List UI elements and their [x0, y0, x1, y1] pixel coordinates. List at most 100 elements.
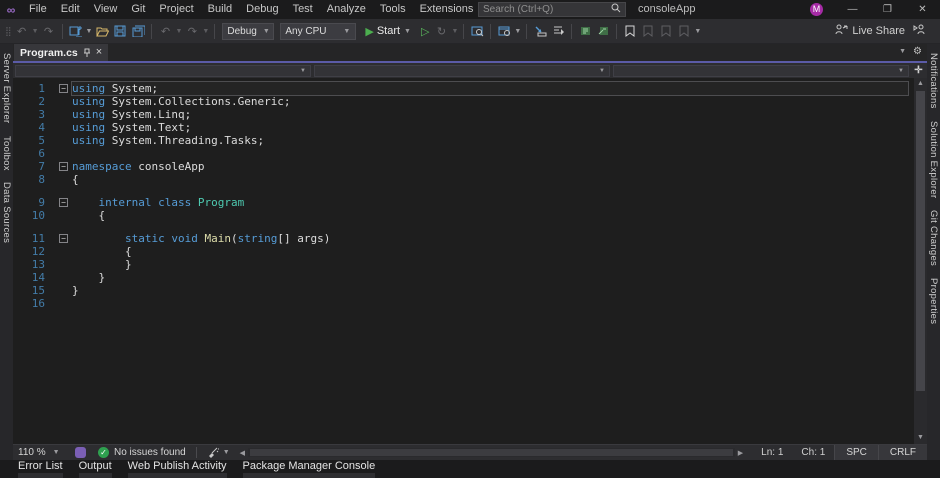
redo-chevron-icon[interactable]: ▼ [202, 28, 209, 35]
menu-test[interactable]: Test [286, 0, 320, 19]
clear-bookmarks-icon[interactable] [676, 23, 692, 39]
collapse-icon[interactable]: − [59, 162, 68, 171]
line-ending-indicator[interactable]: CRLF [878, 445, 927, 460]
code-editor[interactable]: 1−using System;2using System.Collections… [13, 78, 927, 444]
menu-build[interactable]: Build [201, 0, 239, 19]
navigate-forward-icon[interactable]: ↷ [41, 23, 57, 39]
menu-tools[interactable]: Tools [373, 0, 413, 19]
collapse-icon[interactable]: − [59, 198, 68, 207]
search-box[interactable]: Search (Ctrl+Q) [478, 2, 626, 17]
solution-configurations-dropdown[interactable]: Debug ▼ [222, 23, 274, 40]
code-line-9[interactable]: 9− internal class Program [13, 196, 914, 209]
horizontal-scrollbar-thumb[interactable] [250, 449, 733, 456]
code-cleanup-button[interactable]: ▼ [207, 447, 231, 458]
undo-chevron-icon[interactable]: ▼ [175, 28, 182, 35]
code-line-16[interactable]: 16 [13, 297, 914, 310]
navigate-back-icon[interactable]: ↶ [14, 23, 30, 39]
scroll-left-icon[interactable]: ◀ [237, 449, 248, 457]
account-avatar[interactable]: M [810, 3, 823, 16]
window-position-chevron-icon[interactable]: ▼ [899, 48, 906, 55]
code-line-15[interactable]: 15} [13, 284, 914, 297]
tool-tab-properties[interactable]: Properties [928, 272, 939, 330]
toolbar-overflow-icon[interactable]: ▼ [694, 28, 701, 35]
code-line-12[interactable]: 12 { [13, 245, 914, 258]
run-to-cursor-icon[interactable] [550, 23, 566, 39]
code-lines[interactable]: 1−using System;2using System.Collections… [13, 78, 914, 444]
code-line-5[interactable]: 5using System.Threading.Tasks; [13, 134, 914, 147]
code-line-2[interactable]: 2using System.Collections.Generic; [13, 95, 914, 108]
tool-tab-server-explorer[interactable]: Server Explorer [1, 47, 12, 130]
new-project-icon[interactable] [68, 23, 84, 39]
code-line-4[interactable]: 4using System.Text; [13, 121, 914, 134]
panel-tab-package-manager-console[interactable]: Package Manager Console [243, 460, 376, 478]
uncomment-lines-icon[interactable] [595, 23, 611, 39]
collapse-icon[interactable]: − [59, 234, 68, 243]
undo-icon[interactable]: ↶ [157, 23, 173, 39]
menu-analyze[interactable]: Analyze [320, 0, 373, 19]
horizontal-scrollbar[interactable]: ◀ ▶ [237, 445, 747, 460]
fold-marker[interactable]: − [59, 198, 72, 207]
navigate-back-chevron-icon[interactable]: ▼ [32, 28, 39, 35]
menu-file[interactable]: File [22, 0, 54, 19]
zoom-dropdown[interactable]: 110 % ▼ [13, 447, 71, 458]
code-line-14[interactable]: 14 } [13, 271, 914, 284]
new-project-chevron-icon[interactable]: ▼ [86, 28, 93, 35]
minimize-button[interactable]: — [835, 0, 870, 19]
panel-tab-output[interactable]: Output [79, 460, 112, 478]
code-line-3[interactable]: 3using System.Linq; [13, 108, 914, 121]
tool-tab-notifications[interactable]: Notifications [928, 47, 939, 115]
toggle-bookmark-icon[interactable] [622, 23, 638, 39]
scroll-right-icon[interactable]: ▶ [735, 449, 746, 457]
document-health-indicator[interactable]: ✓ No issues found [98, 447, 186, 458]
tool-tab-toolbox[interactable]: Toolbox [1, 130, 12, 177]
scroll-down-icon[interactable]: ▼ [917, 432, 924, 444]
hot-reload-icon[interactable]: ↻ [433, 23, 449, 39]
code-suggestions-icon[interactable] [75, 447, 86, 458]
panel-tab-error-list[interactable]: Error List [18, 460, 63, 478]
previous-bookmark-icon[interactable] [640, 23, 656, 39]
feedback-icon[interactable] [913, 24, 926, 38]
show-next-statement-icon[interactable] [532, 23, 548, 39]
window-layout-chevron-icon[interactable]: ▼ [514, 28, 521, 35]
solution-platforms-dropdown[interactable]: Any CPU ▼ [280, 23, 356, 40]
code-line-11[interactable]: 11− static void Main(string[] args) [13, 232, 914, 245]
start-without-debugging-icon[interactable]: ▷ [421, 25, 429, 38]
tool-tab-git-changes[interactable]: Git Changes [928, 204, 939, 272]
vertical-scrollbar-thumb[interactable] [916, 91, 925, 391]
hot-reload-chevron-icon[interactable]: ▼ [451, 28, 458, 35]
editor-settings-gear-icon[interactable]: ⚙ [913, 46, 922, 57]
start-debugging-button[interactable]: ▶ Start ▼ [363, 25, 414, 38]
fold-marker[interactable]: − [59, 234, 72, 243]
close-button[interactable]: ✕ [905, 0, 940, 19]
close-tab-icon[interactable]: × [96, 47, 102, 58]
tool-tab-solution-explorer[interactable]: Solution Explorer [928, 115, 939, 204]
split-window-icon[interactable]: ✛ [912, 65, 925, 76]
menu-edit[interactable]: Edit [54, 0, 87, 19]
project-dropdown[interactable]: ▼ [15, 65, 311, 77]
fold-marker[interactable]: − [59, 162, 72, 171]
spaces-indicator[interactable]: SPC [834, 445, 878, 460]
menu-extensions[interactable]: Extensions [413, 0, 481, 19]
code-line-7[interactable]: 7−namespace consoleApp [13, 160, 914, 173]
menu-view[interactable]: View [87, 0, 125, 19]
code-line-1[interactable]: 1−using System; [13, 82, 914, 95]
live-share-button[interactable]: Live Share [835, 24, 905, 38]
restore-button[interactable]: ❐ [870, 0, 905, 19]
scroll-up-icon[interactable]: ▲ [917, 78, 924, 90]
next-bookmark-icon[interactable] [658, 23, 674, 39]
comment-lines-icon[interactable] [577, 23, 593, 39]
type-dropdown[interactable]: ▼ [314, 65, 610, 77]
code-line-10[interactable]: 10 { [13, 209, 914, 222]
search-input[interactable]: Search (Ctrl+Q) [483, 4, 611, 15]
horizontal-scrollbar-track[interactable] [248, 448, 735, 457]
open-file-icon[interactable] [94, 23, 110, 39]
code-line-13[interactable]: 13 } [13, 258, 914, 271]
redo-icon[interactable]: ↷ [184, 23, 200, 39]
menu-debug[interactable]: Debug [239, 0, 285, 19]
vertical-scrollbar[interactable]: ▲ ▼ [914, 78, 927, 444]
save-window-layout-icon[interactable] [496, 23, 512, 39]
save-icon[interactable] [112, 23, 128, 39]
member-dropdown[interactable]: ▼ [613, 65, 909, 77]
toolbar-drag-handle[interactable]: ⣿ [5, 26, 11, 37]
tool-tab-data-sources[interactable]: Data Sources [1, 176, 12, 249]
